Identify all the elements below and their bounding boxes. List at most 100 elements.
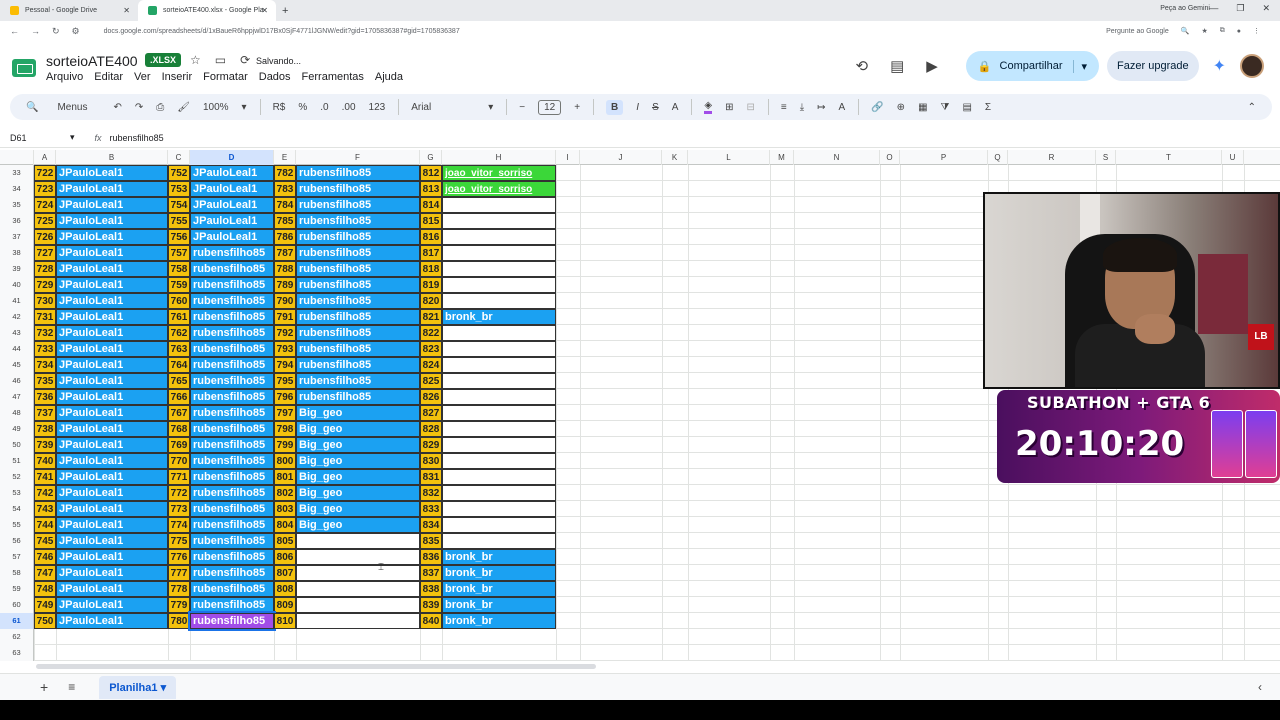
row-header[interactable]: 38 (0, 245, 34, 261)
row-header[interactable]: 63 (0, 645, 34, 661)
horizontal-scrollbar[interactable] (36, 664, 596, 669)
cell-h47[interactable] (442, 389, 556, 405)
cell-d43[interactable]: rubensfilho85 (190, 325, 274, 341)
row-header[interactable]: 56 (0, 533, 34, 549)
forward-icon[interactable]: → (31, 26, 40, 37)
cell-d59[interactable]: rubensfilho85 (190, 581, 274, 597)
row-header[interactable]: 60 (0, 597, 34, 613)
cell-c39[interactable]: 758 (168, 261, 190, 277)
cell-f44[interactable]: rubensfilho85 (296, 341, 420, 357)
cell-f57[interactable] (296, 549, 420, 565)
sheets-logo-icon[interactable] (12, 59, 36, 77)
chevron-down-icon[interactable]: ▾ (242, 102, 247, 113)
cell-h36[interactable] (442, 213, 556, 229)
cell-g46[interactable]: 825 (420, 373, 442, 389)
cell-b51[interactable]: JPauloLeal1 (56, 453, 168, 469)
font-select[interactable]: Arial (411, 102, 475, 113)
print-icon[interactable]: ⎙ (156, 102, 164, 113)
cell-b38[interactable]: JPauloLeal1 (56, 245, 168, 261)
cell-g49[interactable]: 828 (420, 421, 442, 437)
cell-d36[interactable]: JPauloLeal1 (190, 213, 274, 229)
cell-h53[interactable] (442, 485, 556, 501)
row-header[interactable]: 48 (0, 405, 34, 421)
meet-icon[interactable]: ▶ (926, 57, 938, 75)
cell-e54[interactable]: 803 (274, 501, 296, 517)
cell-c45[interactable]: 764 (168, 357, 190, 373)
cell-f34[interactable]: rubensfilho85 (296, 181, 420, 197)
cell-h48[interactable] (442, 405, 556, 421)
cell-h61[interactable]: bronk_br (442, 613, 556, 629)
menu-dados[interactable]: Dados (259, 71, 291, 83)
row-header[interactable]: 42 (0, 309, 34, 325)
merge-cells-icon[interactable]: ⊟ (747, 102, 755, 113)
row-header[interactable]: 39 (0, 261, 34, 277)
cell-c54[interactable]: 773 (168, 501, 190, 517)
cell-h59[interactable]: bronk_br (442, 581, 556, 597)
reload-icon[interactable]: ↻ (52, 26, 60, 37)
cell-g55[interactable]: 834 (420, 517, 442, 533)
cell-c51[interactable]: 770 (168, 453, 190, 469)
cell-h40[interactable] (442, 277, 556, 293)
filter-views-icon[interactable]: ▤ (962, 102, 971, 113)
cell-c36[interactable]: 755 (168, 213, 190, 229)
cell-e42[interactable]: 791 (274, 309, 296, 325)
column-header-e[interactable]: E (274, 150, 296, 165)
collapse-sidebar-icon[interactable]: ‹ (1258, 680, 1262, 694)
cell-d53[interactable]: rubensfilho85 (190, 485, 274, 501)
close-icon[interactable]: ✕ (123, 6, 130, 15)
cell-e58[interactable]: 807 (274, 565, 296, 581)
row-header[interactable]: 33 (0, 165, 34, 181)
row-header[interactable]: 34 (0, 181, 34, 197)
cell-f52[interactable]: Big_geo (296, 469, 420, 485)
row-header[interactable]: 45 (0, 357, 34, 373)
cell-g33[interactable]: 812 (420, 165, 442, 181)
cell-e33[interactable]: 782 (274, 165, 296, 181)
cell-b42[interactable]: JPauloLeal1 (56, 309, 168, 325)
menu-editar[interactable]: Editar (94, 71, 123, 83)
cell-b54[interactable]: JPauloLeal1 (56, 501, 168, 517)
cell-a48[interactable]: 737 (34, 405, 56, 421)
font-size-decrease-icon[interactable]: − (519, 102, 525, 113)
row-header[interactable]: 50 (0, 437, 34, 453)
cell-f39[interactable]: rubensfilho85 (296, 261, 420, 277)
cell-b50[interactable]: JPauloLeal1 (56, 437, 168, 453)
cell-a54[interactable]: 743 (34, 501, 56, 517)
cell-d58[interactable]: rubensfilho85 (190, 565, 274, 581)
cell-d46[interactable]: rubensfilho85 (190, 373, 274, 389)
align-horizontal-icon[interactable]: ≡ (781, 102, 787, 113)
add-sheet-icon[interactable]: + (40, 679, 48, 695)
cell-f43[interactable]: rubensfilho85 (296, 325, 420, 341)
cell-g42[interactable]: 821 (420, 309, 442, 325)
menu-ver[interactable]: Ver (134, 71, 151, 83)
cell-b45[interactable]: JPauloLeal1 (56, 357, 168, 373)
cell-d55[interactable]: rubensfilho85 (190, 517, 274, 533)
column-header-u[interactable]: U (1222, 150, 1244, 165)
cell-g38[interactable]: 817 (420, 245, 442, 261)
cell-e59[interactable]: 808 (274, 581, 296, 597)
cell-c40[interactable]: 759 (168, 277, 190, 293)
close-icon[interactable]: ✕ (261, 6, 268, 15)
row-header[interactable]: 44 (0, 341, 34, 357)
cell-d34[interactable]: JPauloLeal1 (190, 181, 274, 197)
cell-a39[interactable]: 728 (34, 261, 56, 277)
cell-b39[interactable]: JPauloLeal1 (56, 261, 168, 277)
cell-g59[interactable]: 838 (420, 581, 442, 597)
maximize-icon[interactable]: ❐ (1236, 3, 1244, 14)
cell-g41[interactable]: 820 (420, 293, 442, 309)
cell-f48[interactable]: Big_geo (296, 405, 420, 421)
cell-h34[interactable]: joao_vitor_sorriso (442, 181, 556, 197)
cell-f45[interactable]: rubensfilho85 (296, 357, 420, 373)
back-icon[interactable]: ← (10, 26, 19, 37)
cell-f51[interactable]: Big_geo (296, 453, 420, 469)
cell-a59[interactable]: 748 (34, 581, 56, 597)
cell-g48[interactable]: 827 (420, 405, 442, 421)
column-header-g[interactable]: G (420, 150, 442, 165)
cell-b47[interactable]: JPauloLeal1 (56, 389, 168, 405)
select-all-corner[interactable] (0, 150, 34, 165)
browser-tab-drive[interactable]: Pessoal - Google Drive ✕ (0, 0, 138, 21)
column-header-k[interactable]: K (662, 150, 688, 165)
cell-g57[interactable]: 836 (420, 549, 442, 565)
cell-h55[interactable] (442, 517, 556, 533)
cell-b35[interactable]: JPauloLeal1 (56, 197, 168, 213)
cell-d38[interactable]: rubensfilho85 (190, 245, 274, 261)
